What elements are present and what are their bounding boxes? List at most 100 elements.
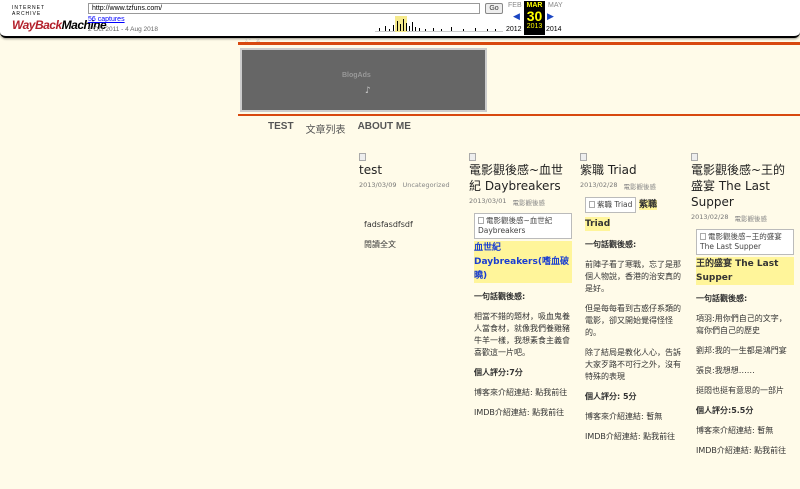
post-excerpt: 電影觀後感~王的盛宴 The Last Supper 王的盛宴 The Last… xyxy=(691,229,794,457)
post-paragraph: 挺悶也挺有意思的一部片 xyxy=(696,386,784,395)
post-date: 2013/03/01 xyxy=(469,197,507,205)
next-month-label[interactable]: MAY xyxy=(548,2,563,9)
post-blog-link[interactable]: 博客來介紹連結: 點我前往 xyxy=(474,387,572,399)
post-image-placeholder: 紫職 Triad xyxy=(585,197,637,213)
post-heading-part1: 紫職 xyxy=(638,200,657,210)
current-day: 30 xyxy=(526,8,543,24)
post-blog-link[interactable]: 博客來介紹連結: 暫無 xyxy=(696,425,794,437)
post-imdb-link[interactable]: IMDB介紹連結: 點我前往 xyxy=(585,431,683,443)
header-divider-bottom xyxy=(238,114,800,116)
sparkline-bar xyxy=(475,28,476,31)
nav-item-test[interactable]: TEST xyxy=(268,121,294,136)
post-image-placeholder: 電影觀後感~血世紀 Daybreakers xyxy=(474,213,572,239)
url-input[interactable]: http://www.tzfuns.com/ xyxy=(88,3,480,14)
ad-label: BlogAds xyxy=(342,72,371,79)
capture-range: 2 Oct 2011 - 4 Aug 2018 xyxy=(88,26,158,33)
post-imdb-link[interactable]: IMDB介紹連結: 點我前往 xyxy=(696,445,794,457)
post-heading-part2: Triad xyxy=(585,217,611,231)
captures-link[interactable]: 56 captures xyxy=(88,16,125,23)
post-meta: 2013/03/09 Uncategorized xyxy=(359,181,462,189)
current-year: 2013 xyxy=(526,23,543,30)
post-paragraph: 劉邦:我的一生都是鴻門宴 xyxy=(696,346,787,355)
post-category[interactable]: 電影觀後感 xyxy=(623,181,656,191)
post-card: test 2013/03/09 Uncategorized fadsfasdfs… xyxy=(359,153,462,259)
main-nav: TEST 文章列表 ABOUT ME xyxy=(268,121,411,136)
sparkline-bar xyxy=(415,27,416,31)
ad-music-icon: ♪ xyxy=(365,86,371,96)
sparkline-bar xyxy=(463,29,464,31)
post-paragraph: 但是每每看到古惑仔系類的電影，卻又開始覺得怪怪的。 xyxy=(585,304,681,337)
sparkline-bar xyxy=(389,29,390,31)
post-title[interactable]: test xyxy=(359,162,462,178)
post-blog-link[interactable]: 博客來介紹連結: 暫無 xyxy=(585,411,683,423)
broken-image-icon xyxy=(469,153,476,161)
post-subheading: 一句話觀後感: xyxy=(696,294,748,303)
post-date: 2013/03/09 xyxy=(359,181,397,189)
sparkline-bar xyxy=(419,28,420,31)
sparkline-bar xyxy=(403,19,404,31)
nav-item-article-list[interactable]: 文章列表 xyxy=(306,121,346,136)
sparkline-bar xyxy=(487,29,488,31)
post-subheading: 一句話觀後感: xyxy=(585,240,637,249)
sparkline-bar xyxy=(451,27,452,31)
post-rating: 個人評分: 5分 xyxy=(585,392,637,401)
broken-image-icon xyxy=(589,201,595,208)
next-capture-arrow-icon[interactable]: ▶ xyxy=(547,12,554,22)
post-excerpt: 紫職 Triad 紫職 Triad 一句話觀後感: 前陣子看了寒戰，忘了是那個人… xyxy=(580,197,683,443)
post-title[interactable]: 電影觀後感~血世紀 Daybreakers xyxy=(469,162,572,194)
post-imdb-link[interactable]: IMDB介紹連結: 點我前往 xyxy=(474,407,572,419)
post-category[interactable]: Uncategorized xyxy=(402,181,449,189)
post-image-placeholder: 電影觀後感~王的盛宴 The Last Supper xyxy=(696,229,794,255)
sparkline-bar xyxy=(406,23,407,31)
post-paragraph: 前陣子看了寒戰，忘了是那個人物說，香港的治安真的是好。 xyxy=(585,260,681,293)
broken-image-icon xyxy=(580,153,587,161)
post-paragraph: 除了結局是教化人心，告訴大家歹路不可行之外，沒有特殊的表現 xyxy=(585,348,681,381)
read-more-link[interactable]: 閱讀全文 xyxy=(364,239,462,251)
header-divider-top xyxy=(238,42,800,45)
post-card: 紫職 Triad 2013/02/28 電影觀後感 紫職 Triad 紫職 Tr… xyxy=(580,153,683,451)
post-paragraph: 相當不錯的題材，吸血鬼養人當食材，就像我們養雞豬牛羊一樣，我想素食主義會喜歡這一… xyxy=(474,312,570,357)
post-subheading: 一句話觀後感: xyxy=(474,292,526,301)
sparkline-bar xyxy=(393,25,394,31)
wayback-logo[interactable]: INTERNET ARCHIVE WayBackMachine xyxy=(12,5,107,32)
post-paragraph: 張良:我想想…… xyxy=(696,366,755,375)
prev-capture-arrow-icon[interactable]: ◀ xyxy=(513,12,520,22)
prev-year-label[interactable]: 2012 xyxy=(506,26,522,33)
post-title[interactable]: 電影觀後感~王的盛宴 The Last Supper xyxy=(691,162,794,210)
post-category[interactable]: 電影觀後感 xyxy=(512,197,545,207)
post-meta: 2013/02/28 電影觀後感 xyxy=(691,213,794,223)
ad-banner[interactable]: BlogAds ♪ xyxy=(240,48,487,112)
prev-month-label[interactable]: FEB xyxy=(508,2,522,9)
post-excerpt: fadsfasdfsdf 閱讀全文 xyxy=(359,219,462,251)
logo-main-text: WayBackMachine xyxy=(12,18,107,32)
post-rating: 個人評分:7分 xyxy=(474,368,523,377)
post-heading: 血世紀 Daybreakers(嗜血破曉) xyxy=(474,241,572,283)
sparkline-bar xyxy=(412,22,413,31)
sparkline-bar xyxy=(379,28,380,31)
go-button[interactable]: Go xyxy=(485,3,503,14)
sparkline-bar xyxy=(397,21,398,31)
broken-image-icon xyxy=(700,233,706,240)
sparkline-bar xyxy=(441,29,442,31)
post-date: 2013/02/28 xyxy=(691,213,729,221)
logo-top-text: INTERNET ARCHIVE xyxy=(12,5,45,17)
post-rating: 個人評分:5.5分 xyxy=(696,406,754,415)
post-excerpt: 電影觀後感~血世紀 Daybreakers 血世紀 Daybreakers(嗜血… xyxy=(469,213,572,419)
next-year-label[interactable]: 2014 xyxy=(546,26,562,33)
capture-sparkline[interactable] xyxy=(375,14,503,32)
sparkline-bar xyxy=(409,26,410,31)
post-heading: 王的盛宴 The Last Supper xyxy=(696,257,794,285)
post-body-text: fadsfasdfsdf xyxy=(364,220,413,229)
wayback-toolbar: INTERNET ARCHIVE WayBackMachine http://w… xyxy=(0,0,800,38)
sparkline-bar xyxy=(400,24,401,31)
post-card: 電影觀後感~王的盛宴 The Last Supper 2013/02/28 電影… xyxy=(691,153,794,465)
broken-image-icon xyxy=(359,153,366,161)
sparkline-bar xyxy=(425,29,426,31)
post-date: 2013/02/28 xyxy=(580,181,618,189)
post-title[interactable]: 紫職 Triad xyxy=(580,162,683,178)
sparkline-bar xyxy=(385,26,386,31)
sparkline-bar xyxy=(433,28,434,31)
nav-item-about-me[interactable]: ABOUT ME xyxy=(358,121,411,136)
post-card: 電影觀後感~血世紀 Daybreakers 2013/03/01 電影觀後感 電… xyxy=(469,153,572,427)
post-category[interactable]: 電影觀後感 xyxy=(734,213,767,223)
